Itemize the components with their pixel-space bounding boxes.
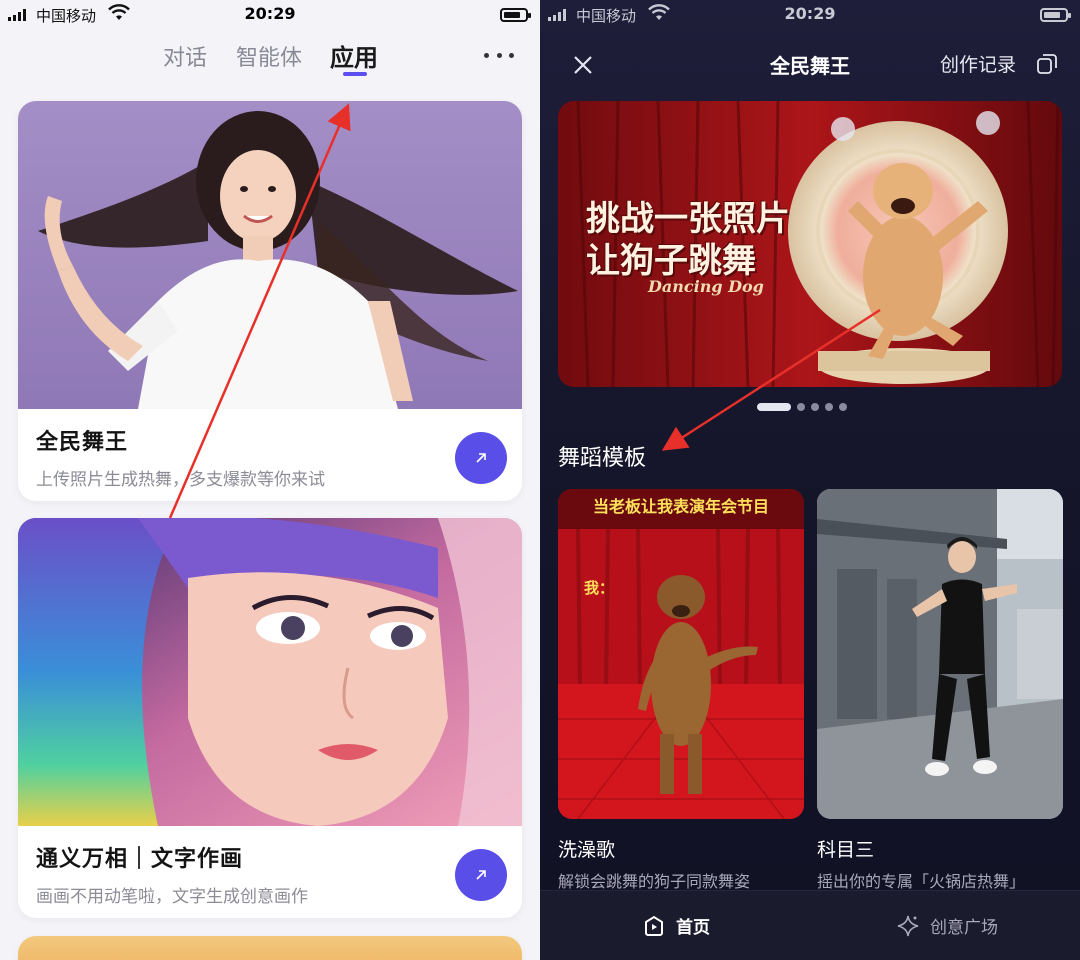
section-title: 舞蹈模板 [558,446,647,471]
battery-icon [1040,8,1071,22]
promo-banner[interactable]: 挑战一张照片 让狗子跳舞 Dancing Dog [558,101,1062,387]
app-card-dance-king[interactable]: 全民舞王 上传照片生成热舞，多支爆款等你来试 [18,101,522,501]
app-card-partial[interactable] [18,936,522,960]
battery-icon [500,8,531,22]
clock: 20:29 [244,4,296,23]
template-description: 解锁会跳舞的狗子同款舞姿 [558,872,751,891]
clock: 20:29 [784,4,836,23]
template-image-dancer [817,489,1063,819]
template-card-subject-three[interactable] [817,489,1063,819]
tab-chat[interactable]: 对话 [163,40,207,72]
creation-history-link[interactable]: 创作记录 [940,50,1016,77]
app-card-text-to-image[interactable]: 通义万相｜文字作画 画画不用动笔啦，文字生成创意画作 [18,518,522,918]
card-title: 通义万相｜文字作画 [36,847,244,872]
carousel-indicator [757,403,847,411]
tab-apps[interactable]: 应用 [330,38,378,73]
status-bar: 中国移动 20:29 [540,0,1080,30]
card-image-dancer [18,101,522,409]
top-tabs: 对话 智能体 应用 [0,40,540,84]
bottom-nav: 首页 创意广场 [540,890,1080,960]
card-image-illustration [18,518,522,826]
nav-square-label: 创意广场 [930,918,998,938]
status-bar: 中国移动 20:29 [0,0,540,30]
card-title: 全民舞王 [36,430,129,455]
open-arrow-button[interactable] [455,849,507,901]
nav-home-label: 首页 [676,918,710,938]
template-name: 科目三 [817,839,875,861]
left-screen: 中国移动 20:29 对话 智能体 应用 全民舞王 上传照片生成热舞，多支爆款等… [0,0,540,960]
arrow-up-right-icon [476,453,486,463]
arrow-up-right-icon [476,870,486,880]
sparkle-icon [897,915,919,936]
template-caption-me: 我： [584,579,615,597]
banner-subheadline: 让狗子跳舞 [586,241,756,281]
history-icon[interactable] [1036,53,1058,75]
card-description: 画画不用动笔啦，文字生成创意画作 [36,887,308,907]
more-icon[interactable] [484,50,514,60]
template-card-bath-song[interactable]: 当老板让我表演年会节目 我： [558,489,804,819]
nav-creative-square[interactable]: 创意广场 [896,913,998,938]
open-arrow-button[interactable] [455,432,507,484]
tab-agents[interactable]: 智能体 [236,40,302,72]
banner-tagline: Dancing Dog [648,277,764,296]
template-image-dog [558,489,804,819]
template-caption: 当老板让我表演年会节目 [592,497,769,516]
app-header: 全民舞王 创作记录 [540,40,1080,86]
right-screen: 中国移动 20:29 全民舞王 创作记录 挑战一张照片 让狗子跳舞 Dancin… [540,0,1080,960]
template-name: 洗澡歌 [558,839,616,861]
card-description: 上传照片生成热舞，多支爆款等你来试 [36,470,325,490]
template-description: 摇出你的专属「火锅店热舞」 [817,872,1026,891]
nav-home[interactable]: 首页 [642,913,710,938]
home-play-icon [645,915,663,936]
active-tab-indicator [343,72,367,76]
